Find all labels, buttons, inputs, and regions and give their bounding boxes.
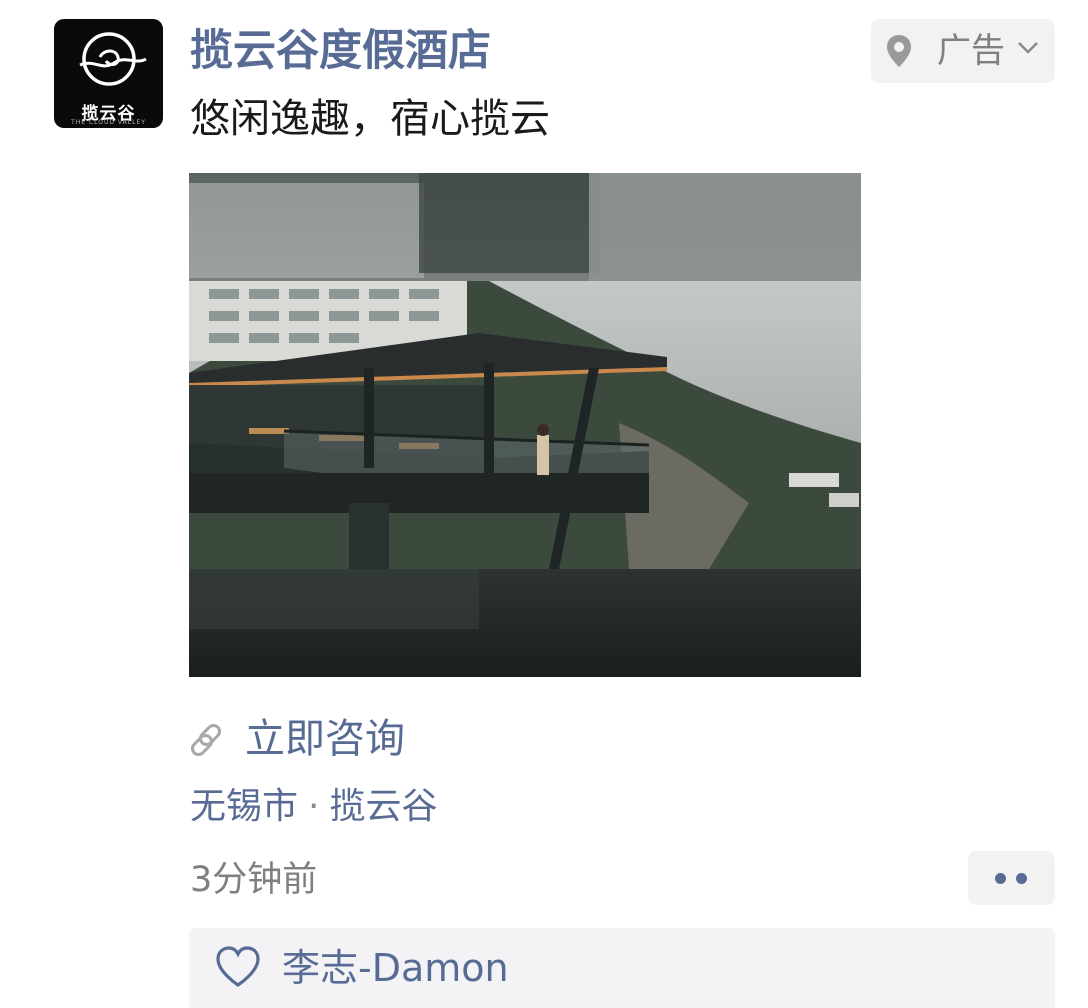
chevron-down-icon (1018, 42, 1038, 54)
ad-label: 广告 (937, 31, 1005, 71)
location-city: 无锡市 (190, 786, 299, 827)
logo-subtitle: THE CLOUD VALLEY (71, 119, 146, 126)
post-timestamp: 3分钟前 (190, 860, 318, 900)
two-dots-icon (1016, 873, 1027, 884)
ad-video[interactable] (189, 173, 861, 677)
heart-outline-icon (216, 946, 260, 987)
consult-label: 立即咨询 (245, 716, 405, 762)
location-place: 揽云谷 (329, 786, 438, 827)
more-actions-button[interactable] (968, 851, 1055, 905)
advertiser-avatar[interactable]: 揽云谷 THE CLOUD VALLEY (54, 19, 163, 128)
two-dots-icon (995, 873, 1006, 884)
likes-section: 李志-Damon (189, 928, 1055, 1008)
location-link[interactable]: 无锡市 · 揽云谷 (190, 780, 437, 834)
liker-name[interactable]: 李志-Damon (282, 943, 509, 993)
ad-badge-button[interactable]: 广告 (871, 19, 1055, 83)
video-frame-image (189, 173, 861, 677)
advertiser-name[interactable]: 揽云谷度假酒店 (190, 24, 491, 78)
link-icon (190, 723, 222, 757)
cloud-logo-icon (79, 32, 147, 86)
location-pin-icon (887, 35, 911, 67)
location-separator: · (308, 786, 320, 827)
post-text: 悠闲逸趣，宿心揽云 (190, 96, 550, 142)
